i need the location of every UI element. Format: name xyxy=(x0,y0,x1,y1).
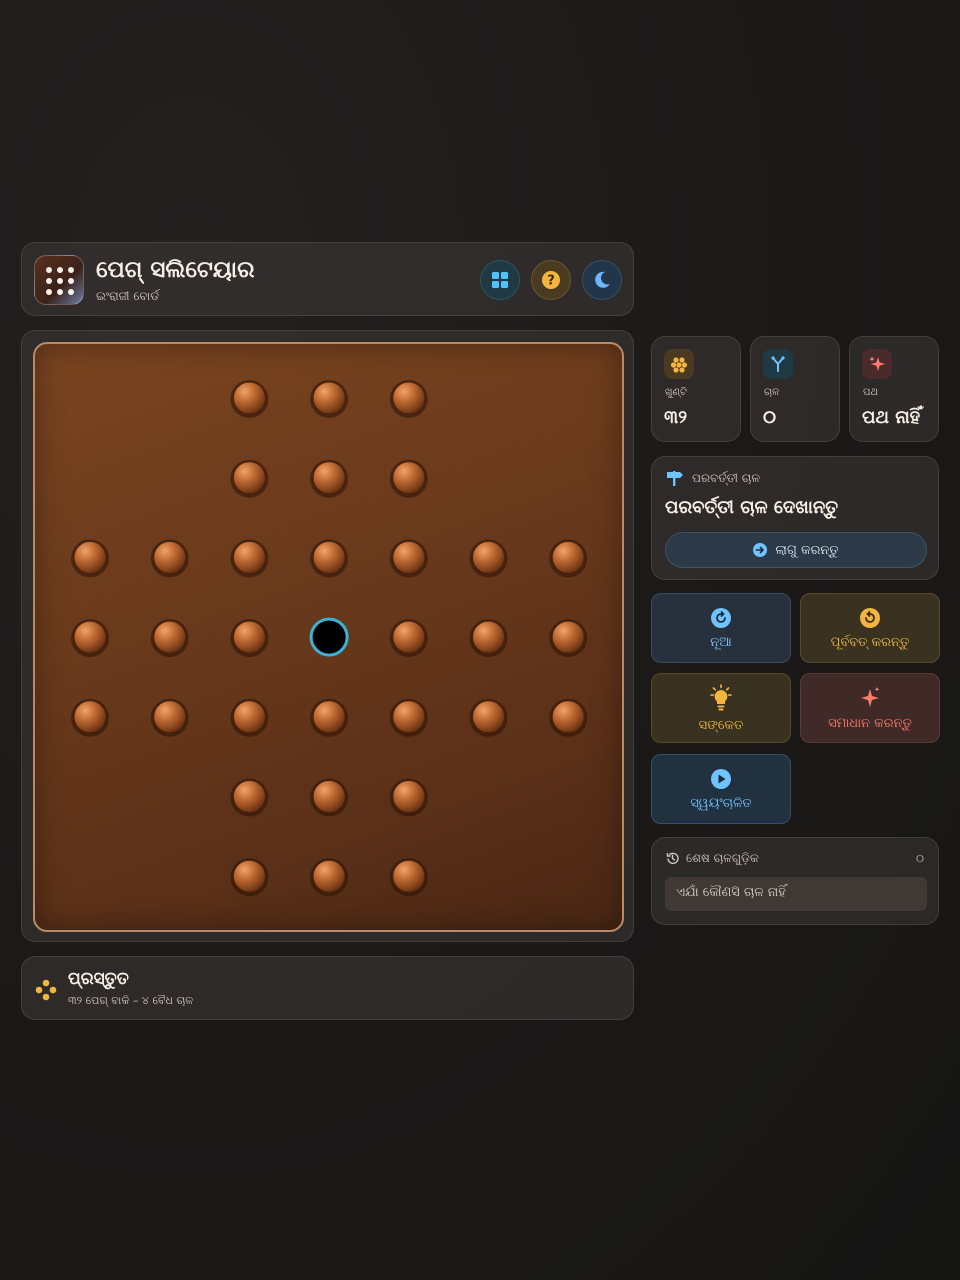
next-move-panel: ପରବର୍ତ୍ତୀ ଚାଳ ପରବର୍ତ୍ତୀ ଚାଳ ଦେଖାନ୍ତୁ ଲାଗ… xyxy=(651,456,939,580)
peg[interactable] xyxy=(312,381,346,415)
empty-hole-selected[interactable] xyxy=(309,617,349,657)
peg[interactable] xyxy=(232,780,266,813)
undo-button[interactable]: ପୂର୍ବବତ୍ କରନ୍ତୁ xyxy=(800,593,940,663)
page-title: ପେଗ୍ ସଲିଟେୟାର xyxy=(96,257,255,283)
peg[interactable] xyxy=(392,381,426,415)
branch-icon xyxy=(763,349,793,379)
peg[interactable] xyxy=(312,461,346,495)
restart-icon xyxy=(711,607,731,628)
pegs-icon xyxy=(664,349,694,379)
undo-icon xyxy=(860,607,880,628)
board-select-button[interactable] xyxy=(480,260,520,300)
peg[interactable] xyxy=(312,859,346,893)
move-history-panel: ଶେଷ ଚାଳଗୁଡ଼ିକ ୦ ଏଯାଁ କୌଣସି ଚାଳ ନାହିଁ xyxy=(651,837,939,925)
status-title: ପ୍ରସ୍ତୁତ xyxy=(68,969,129,989)
signpost-icon xyxy=(667,471,683,486)
peg[interactable] xyxy=(312,700,346,734)
peg[interactable] xyxy=(392,780,426,813)
stat-pegs: ଖୁଣ୍ଟି ୩୨ xyxy=(651,336,741,442)
peg[interactable] xyxy=(153,620,187,654)
peg[interactable] xyxy=(73,700,107,734)
stat-label: ପଥ xyxy=(863,387,878,398)
peg[interactable] xyxy=(153,700,187,734)
peg[interactable] xyxy=(472,620,505,654)
play-icon xyxy=(711,768,731,789)
hint-label: ସଙ୍କେତ xyxy=(698,717,744,733)
history-label: ଶେଷ ଚାଳଗୁଡ଼ିକ xyxy=(686,851,759,865)
new-game-label: ନୂଆ xyxy=(710,634,732,650)
autoplay-button[interactable]: ସ୍ୱୟଂଚାଳିତ xyxy=(651,754,791,824)
board-variant-subtitle: ଇଂରାଜୀ ବୋର୍ଡ xyxy=(96,289,160,303)
peg[interactable] xyxy=(472,700,505,734)
history-empty-text: ଏଯାଁ କୌଣସି ଚାଳ ନାହିଁ xyxy=(665,877,927,911)
apply-move-label: ଲାଗୁ କରନ୍ତୁ xyxy=(775,542,839,558)
peg[interactable] xyxy=(232,700,266,734)
status-detail: ୩୨ ପେଗ୍ ବାକି – ୪ ବୈଧ ଚାଳ xyxy=(68,994,194,1007)
peg[interactable] xyxy=(312,540,346,574)
board-grid[interactable] xyxy=(35,344,626,934)
status-bar: ପ୍ରସ୍ତୁତ ୩୨ ପେଗ୍ ବାକି – ୪ ବୈଧ ଚାଳ xyxy=(21,956,634,1020)
app-header: ପେଗ୍ ସଲିଟେୟାର ଇଂରାଜୀ ବୋର୍ଡ ? xyxy=(21,242,634,316)
board-frame xyxy=(21,330,634,942)
theme-toggle-button[interactable] xyxy=(582,260,622,300)
undo-label: ପୂର୍ବବତ୍ କରନ୍ତୁ xyxy=(830,634,910,650)
peg[interactable] xyxy=(232,381,266,415)
peg[interactable] xyxy=(312,780,346,813)
next-move-headline: ପରବର୍ତ୍ତୀ ଚାଳ ଦେଖାନ୍ତୁ xyxy=(665,497,839,518)
next-move-label: ପରବର୍ତ୍ତୀ ଚାଳ xyxy=(692,471,761,485)
stat-value: ପଥ ନାହିଁ xyxy=(862,407,921,428)
stat-label: ଚାଳ xyxy=(764,387,780,398)
peg[interactable] xyxy=(232,540,266,574)
peg[interactable] xyxy=(392,461,426,495)
peg[interactable] xyxy=(73,620,107,654)
help-icon: ? xyxy=(542,271,560,289)
peg[interactable] xyxy=(392,700,426,734)
lightbulb-icon xyxy=(710,683,732,710)
stat-value: ୩୨ xyxy=(664,407,688,428)
game-board[interactable] xyxy=(33,342,624,932)
solve-button[interactable]: ସମାଧାନ କରନ୍ତୁ xyxy=(800,673,940,743)
peg[interactable] xyxy=(472,540,505,574)
solve-label: ସମାଧାନ କରନ୍ତୁ xyxy=(828,715,912,731)
peg[interactable] xyxy=(551,700,585,734)
peg[interactable] xyxy=(232,859,266,893)
hint-button[interactable]: ସଙ୍କେତ xyxy=(651,673,791,743)
app-logo-icon xyxy=(34,255,84,305)
peg[interactable] xyxy=(392,620,426,654)
autoplay-label: ସ୍ୱୟଂଚାଳିତ xyxy=(690,795,752,811)
peg[interactable] xyxy=(551,540,585,574)
arrow-right-circle-icon xyxy=(753,543,768,557)
grid-icon xyxy=(492,272,508,288)
stat-value: ୦ xyxy=(763,407,777,428)
peg[interactable] xyxy=(153,540,187,574)
history-count: ୦ xyxy=(916,852,924,865)
svg-text:?: ? xyxy=(547,274,555,289)
new-game-button[interactable]: ନୂଆ xyxy=(651,593,791,663)
peg[interactable] xyxy=(392,859,426,893)
peg[interactable] xyxy=(232,620,266,654)
status-pegs-icon xyxy=(35,979,57,1001)
sparkle-icon xyxy=(862,349,892,379)
history-icon xyxy=(666,852,679,865)
stat-moves: ଚାଳ ୦ xyxy=(750,336,840,442)
peg[interactable] xyxy=(392,540,426,574)
peg[interactable] xyxy=(73,540,107,574)
help-button[interactable]: ? xyxy=(531,260,571,300)
stat-path: ପଥ ପଥ ନାହିଁ xyxy=(849,336,939,442)
moon-icon xyxy=(595,271,610,288)
stat-label: ଖୁଣ୍ଟି xyxy=(665,387,687,398)
sparkle-icon xyxy=(861,686,880,707)
apply-move-button[interactable]: ଲାଗୁ କରନ୍ତୁ xyxy=(665,532,927,568)
peg[interactable] xyxy=(551,620,585,654)
peg[interactable] xyxy=(232,461,266,495)
